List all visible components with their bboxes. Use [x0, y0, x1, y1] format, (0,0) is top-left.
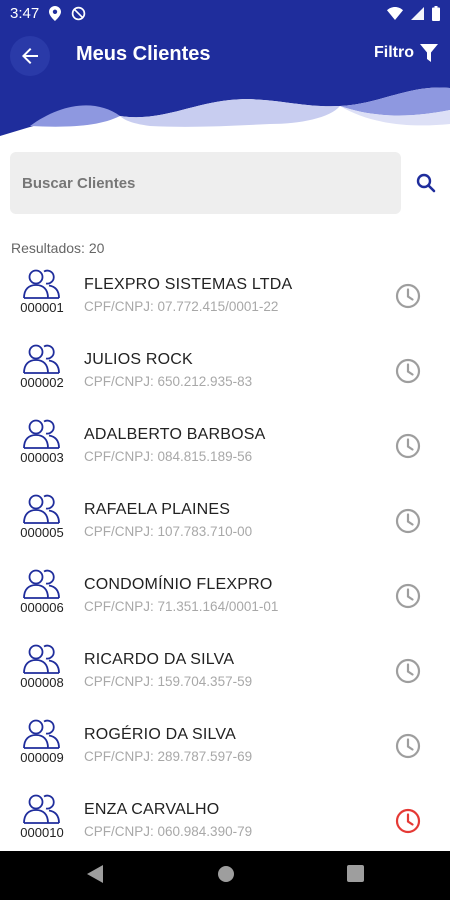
status-time: 3:47	[10, 4, 40, 22]
client-name: RAFAELA PLAINES	[84, 501, 231, 518]
wifi-icon	[387, 6, 403, 20]
client-document: CPF/CNPJ: 71.351.164/0001-01	[84, 599, 279, 614]
clock-icon[interactable]	[395, 583, 421, 609]
users-group-icon	[23, 794, 60, 824]
client-code: 000003	[20, 450, 64, 465]
users-group-icon	[23, 269, 60, 299]
client-code: 000005	[20, 525, 64, 540]
client-document: CPF/CNPJ: 650.212.935-83	[84, 374, 253, 389]
client-list-item[interactable]: 000010 ENZA CARVALHO CPF/CNPJ: 060.984.390…	[0, 783, 450, 858]
client-name: JULIOS ROCK	[84, 351, 193, 368]
app-bar: Meus Clientes Filtro	[0, 26, 450, 142]
clock-icon[interactable]	[395, 733, 421, 759]
client-list-item[interactable]: 000006 CONDOMÍNIO FLEXPRO CPF/CNPJ: 71.351…	[0, 558, 450, 633]
clock-icon[interactable]	[395, 508, 421, 534]
page-title: Meus Clientes	[76, 43, 211, 65]
client-code: 000010	[20, 825, 64, 840]
client-list-item[interactable]: 000001 FLEXPRO SISTEMAS LTDA CPF/CNPJ: 07.…	[0, 258, 450, 333]
client-name: FLEXPRO SISTEMAS LTDA	[84, 276, 293, 293]
client-list-item[interactable]: 000002 JULIOS ROCK CPF/CNPJ: 650.212.935-8…	[0, 333, 450, 408]
results-count: Resultados: 20	[11, 240, 105, 256]
client-list-item[interactable]: 000008 RICARDO DA SILVA CPF/CNPJ: 159.704.…	[0, 633, 450, 708]
client-document: CPF/CNPJ: 107.783.710-00	[84, 524, 253, 539]
arrow-left-icon	[22, 48, 38, 64]
users-group-icon	[23, 569, 60, 599]
client-code: 000006	[20, 600, 64, 615]
client-list-item[interactable]: 000003 ADALBERTO BARBOSA CPF/CNPJ: 084.815…	[0, 408, 450, 483]
status-bar-left: 3:47	[10, 5, 86, 22]
client-list-item[interactable]: 000009 ROGÉRIO DA SILVA CPF/CNPJ: 289.787.…	[0, 708, 450, 783]
search-row	[10, 152, 440, 214]
recents-square-icon[interactable]	[347, 865, 364, 882]
clock-icon[interactable]	[395, 658, 421, 684]
users-group-icon	[23, 344, 60, 374]
clock-icon[interactable]	[395, 283, 421, 309]
users-group-icon	[23, 419, 60, 449]
signal-icon	[411, 6, 424, 20]
filter-label: Filtro	[374, 44, 414, 61]
client-code: 000001	[20, 300, 64, 315]
client-name: CONDOMÍNIO FLEXPRO	[84, 576, 273, 593]
client-name: ROGÉRIO DA SILVA	[84, 726, 236, 743]
clock-icon[interactable]	[395, 433, 421, 459]
sync-disabled-icon	[71, 6, 86, 20]
search-icon[interactable]	[414, 171, 438, 195]
battery-icon	[432, 5, 440, 21]
system-nav-bar	[0, 851, 450, 900]
status-bar-right	[387, 5, 440, 21]
home-circle-icon[interactable]	[217, 865, 235, 883]
location-icon	[49, 5, 62, 21]
funnel-icon	[420, 44, 438, 62]
client-document: CPF/CNPJ: 07.772.415/0001-22	[84, 299, 279, 314]
client-list-item[interactable]: 000005 RAFAELA PLAINES CPF/CNPJ: 107.783.7…	[0, 483, 450, 558]
status-bar: 3:47	[0, 0, 450, 26]
client-document: CPF/CNPJ: 289.787.597-69	[84, 749, 253, 764]
client-code: 000009	[20, 750, 64, 765]
client-name: RICARDO DA SILVA	[84, 651, 235, 668]
client-name: ADALBERTO BARBOSA	[84, 426, 266, 443]
filter-button[interactable]: Filtro	[374, 44, 438, 62]
client-code: 000002	[20, 375, 64, 390]
client-name: ENZA CARVALHO	[84, 801, 220, 818]
clock-icon[interactable]	[395, 808, 421, 834]
search-input[interactable]	[10, 152, 401, 214]
client-document: CPF/CNPJ: 084.815.189-56	[84, 449, 253, 464]
client-document: CPF/CNPJ: 159.704.357-59	[84, 674, 253, 689]
client-code: 000008	[20, 675, 64, 690]
users-group-icon	[23, 644, 60, 674]
users-group-icon	[23, 494, 60, 524]
back-triangle-icon[interactable]	[87, 865, 103, 883]
clock-icon[interactable]	[395, 358, 421, 384]
client-list: 000001 FLEXPRO SISTEMAS LTDA CPF/CNPJ: 07.…	[0, 258, 450, 858]
users-group-icon	[23, 719, 60, 749]
back-button[interactable]	[10, 36, 50, 76]
client-document: CPF/CNPJ: 060.984.390-79	[84, 824, 253, 839]
